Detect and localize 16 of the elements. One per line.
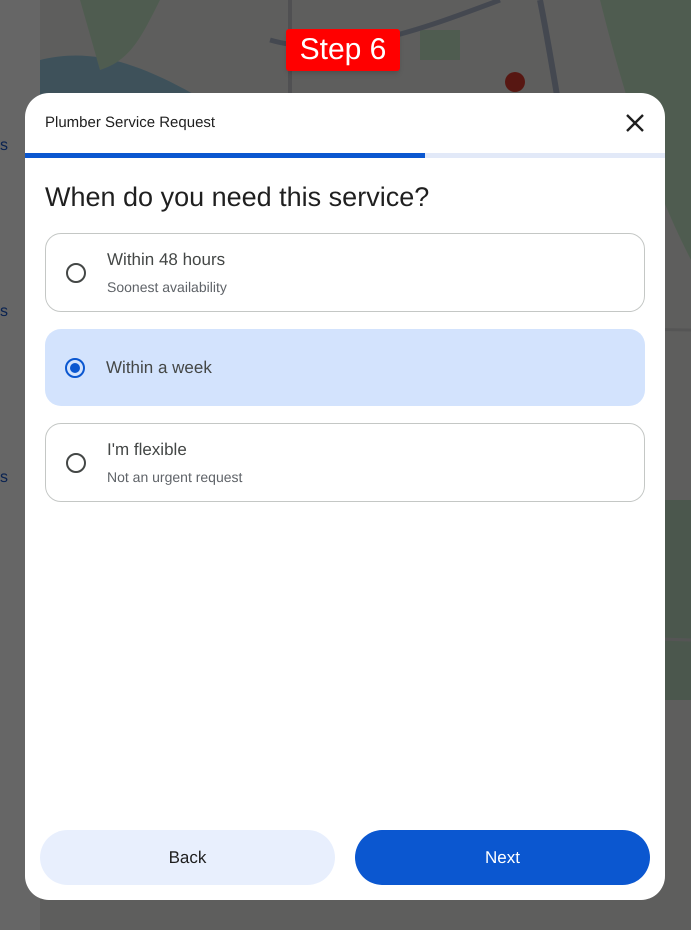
option-card[interactable]: Within 48 hours Soonest availability	[45, 233, 645, 312]
radio-button[interactable]	[65, 358, 85, 378]
option-card[interactable]: Within a week	[45, 329, 645, 406]
option-label: Within a week	[106, 356, 212, 379]
option-label: I'm flexible	[107, 438, 188, 461]
option-label: Within 48 hours	[107, 248, 226, 271]
option-description: Not an urgent request	[107, 468, 242, 488]
radio-button[interactable]	[66, 262, 86, 282]
step-badge: Step 6	[286, 29, 400, 71]
back-button[interactable]: Back	[40, 830, 335, 885]
next-button[interactable]: Next	[355, 830, 650, 885]
option-card[interactable]: I'm flexible Not an urgent request	[45, 423, 645, 502]
option-description: Soonest availability	[107, 278, 227, 298]
radio-button[interactable]	[66, 452, 86, 472]
dialog-title: Plumber Service Request	[45, 112, 216, 133]
question-heading: When do you need this service?	[45, 181, 430, 214]
